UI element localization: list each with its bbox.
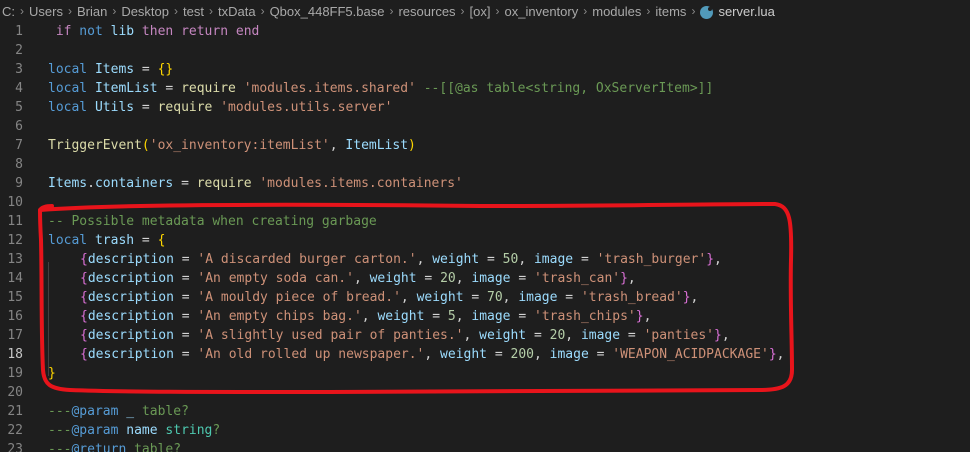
line-number: 19 [7,366,23,381]
code-text: } [48,366,56,381]
line-number: 12 [7,233,23,248]
breadcrumb-item-brian[interactable]: Brian [77,4,107,19]
line-number: 16 [7,309,23,324]
line-number: 8 [15,157,23,172]
code-line: 11 -- Possible metadata when creating gar… [0,212,970,231]
breadcrumb: C: › Users › Brian › Desktop › test › txData ›… [0,0,970,22]
line-number: 23 [7,442,23,452]
line-number: 6 [15,119,23,134]
breadcrumb-separator: › [260,4,265,18]
code-line: 15 {description = 'A mouldy piece of brea… [0,288,970,307]
breadcrumb-item-resources[interactable]: resources [398,4,455,19]
code-text: local Items = {} [48,62,174,77]
code-line: 1 if not lib then return end [0,22,970,41]
lua-file-icon [700,5,714,19]
code-text: local Utils = require 'modules.utils.ser… [48,100,393,115]
breadcrumb-separator: › [174,4,179,18]
code-line: 9 Items.containers = require 'modules.ite… [0,174,970,193]
code-text: if not lib then return end [55,24,260,39]
breadcrumb-item-ox[interactable]: [ox] [470,4,491,19]
breadcrumb-item-txdata[interactable]: txData [218,4,256,19]
breadcrumb-item-drive[interactable]: C: [2,4,15,19]
line-number: 22 [7,423,23,438]
code-text: {description = 'A slightly used pair of … [80,328,730,343]
line-number: 15 [7,290,23,305]
breadcrumb-separator: › [20,4,24,18]
code-text: {description = 'An empty chips bag.', we… [80,309,652,324]
line-number: 10 [7,195,23,210]
breadcrumb-separator: › [460,4,465,18]
code-text: ---@return table? [48,442,182,452]
breadcrumb-separator: › [583,4,588,18]
code-line: 5 local Utils = require 'modules.utils.se… [0,98,970,117]
line-number: 7 [15,138,23,153]
code-text: {description = 'An old rolled up newspap… [80,347,785,362]
code-line: 17 {description = 'A slightly used pair o… [0,326,970,345]
breadcrumb-item-items[interactable]: items [655,4,686,19]
breadcrumb-item-qbox[interactable]: Qbox_448FF5.base [270,4,385,19]
code-line: 14 {description = 'An empty soda can.', w… [0,269,970,288]
code-text: local trash = { [48,233,166,248]
code-line: 6 [0,117,970,136]
breadcrumb-item-modules[interactable]: modules [592,4,641,19]
code-text: Items.containers = require 'modules.item… [48,176,463,191]
code-line: 7 TriggerEvent('ox_inventory:itemList', I… [0,136,970,155]
line-number: 14 [7,271,23,286]
code-line: 4 local ItemList = require 'modules.items… [0,79,970,98]
code-line: 16 {description = 'An empty chips bag.', … [0,307,970,326]
line-number: 11 [7,214,23,229]
code-text: {description = 'An empty soda can.', wei… [80,271,636,286]
code-line: 12 local trash = { [0,231,970,250]
code-text: ---@param _ table? [48,404,189,419]
code-line: 10 [0,193,970,212]
breadcrumb-separator: › [646,4,651,18]
breadcrumb-item-test[interactable]: test [183,4,204,19]
code-line: 20 [0,383,970,402]
code-line: 23 ---@return table? [0,440,970,452]
breadcrumb-item-users[interactable]: Users [29,4,63,19]
code-line: 2 [0,41,970,60]
code-text: -- Possible metadata when creating garba… [48,214,377,229]
code-line: 13 {description = 'A discarded burger car… [0,250,970,269]
breadcrumb-item-desktop[interactable]: Desktop [121,4,169,19]
code-line: 8 [0,155,970,174]
code-line: 22 ---@param name string? [0,421,970,440]
code-text: ---@param name string? [48,423,221,438]
breadcrumb-separator: › [67,4,72,18]
code-text: local ItemList = require 'modules.items.… [48,81,714,96]
breadcrumb-separator: › [389,4,394,18]
breadcrumb-file[interactable]: server.lua [718,4,774,19]
code-line: 18 {description = 'An old rolled up newsp… [0,345,970,364]
breadcrumb-separator: › [495,4,500,18]
code-text: {description = 'A mouldy piece of bread.… [80,290,699,305]
line-number: 1 [15,24,23,39]
code-text: {description = 'A discarded burger carto… [80,252,722,267]
code-text: TriggerEvent('ox_inventory:itemList', It… [48,138,416,153]
breadcrumb-separator: › [208,4,213,18]
breadcrumb-separator: › [112,4,117,18]
line-number: 18 [7,347,23,362]
line-number: 5 [15,100,23,115]
code-line: 21 ---@param _ table? [0,402,970,421]
line-number: 21 [7,404,23,419]
line-number: 4 [15,81,23,96]
breadcrumb-separator: › [691,4,696,18]
line-number: 2 [15,43,23,58]
line-number: 20 [7,385,23,400]
code-editor[interactable]: 1 if not lib then return end 2 3 local It… [0,22,970,452]
line-number: 3 [15,62,23,77]
code-line: 19} [0,364,970,383]
line-number: 17 [7,328,23,343]
line-number: 13 [7,252,23,267]
code-line: 3 local Items = {} [0,60,970,79]
breadcrumb-item-ox-inventory[interactable]: ox_inventory [505,4,579,19]
line-number: 9 [15,176,23,191]
